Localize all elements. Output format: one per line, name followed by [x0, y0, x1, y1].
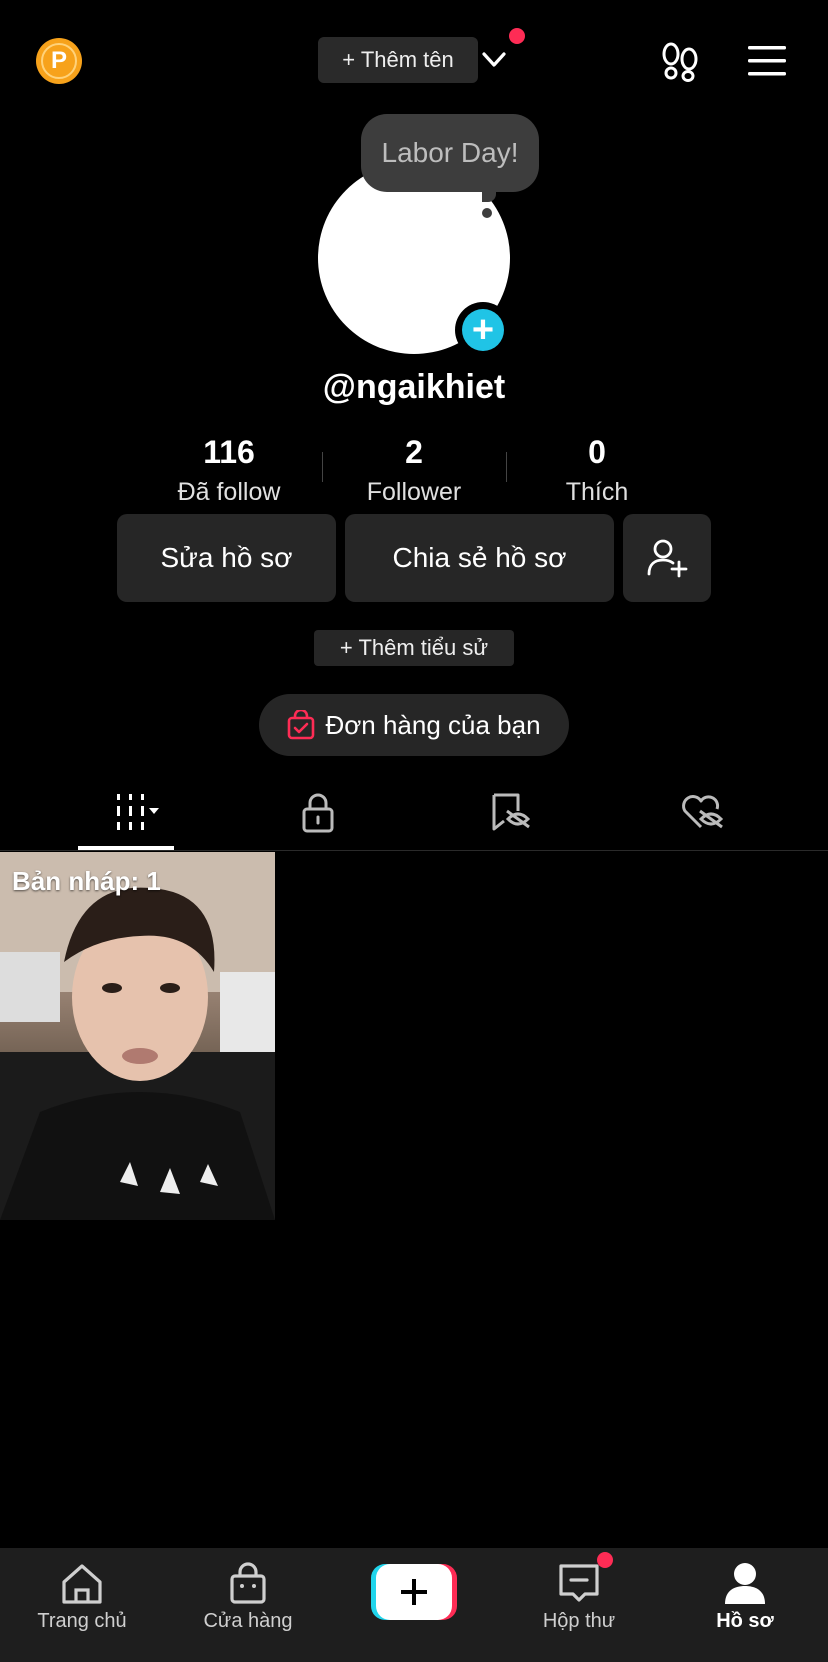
draft-count-label: Bản nháp: 1 — [12, 866, 161, 896]
nav-profile-label: Hồ sơ — [716, 1610, 774, 1632]
tab-videos[interactable] — [78, 788, 174, 836]
saved-hidden-icon — [492, 793, 531, 831]
stat-divider — [322, 452, 323, 482]
stat-divider — [506, 452, 507, 482]
create-button[interactable] — [371, 1564, 457, 1620]
likes-label: Thích — [565, 478, 629, 506]
nav-home-label: Trang chủ — [37, 1610, 127, 1632]
tooltip-dot — [482, 208, 492, 218]
share-profile-button[interactable]: Chia sẻ hồ sơ — [345, 514, 614, 602]
liked-hidden-icon — [682, 795, 724, 829]
username: @ngaikhiet — [322, 368, 506, 406]
tab-liked[interactable] — [654, 788, 750, 836]
tab-private[interactable] — [270, 788, 366, 836]
nav-inbox-label: Hộp thư — [542, 1610, 616, 1632]
coin-icon: P — [41, 43, 77, 79]
followers-count: 2 — [405, 434, 423, 470]
lock-icon — [302, 793, 334, 833]
following-count: 116 — [203, 434, 255, 470]
video-preview-image — [0, 852, 275, 1220]
home-icon — [62, 1564, 102, 1604]
likes-count: 0 — [588, 434, 606, 470]
add-name-button[interactable]: + Thêm tên — [318, 37, 478, 83]
following-label: Đã follow — [177, 478, 281, 506]
followers-stat[interactable]: 2 Follower — [329, 430, 499, 510]
tab-saved[interactable] — [462, 788, 558, 836]
add-avatar-button[interactable]: + — [455, 302, 511, 358]
inbox-notification-dot — [597, 1552, 613, 1568]
shop-icon — [230, 1562, 266, 1604]
draft-video-thumbnail[interactable] — [0, 852, 275, 1220]
inbox-icon — [559, 1564, 599, 1602]
orders-button[interactable]: Đơn hàng của bạn — [259, 694, 569, 756]
add-user-icon — [647, 539, 688, 578]
tab-divider — [0, 850, 828, 851]
nav-shop-label: Cửa hàng — [203, 1610, 293, 1632]
orders-label: Đơn hàng của bạn — [325, 709, 541, 740]
status-tooltip[interactable]: Labor Day! — [361, 114, 539, 192]
plus-icon: + — [462, 309, 504, 351]
profile-icon — [725, 1563, 765, 1604]
grid-icon — [117, 794, 159, 830]
add-bio-button[interactable]: + Thêm tiểu sử — [314, 630, 514, 666]
following-stat[interactable]: 116 Đã follow — [144, 430, 314, 510]
nav-profile[interactable]: Hồ sơ — [675, 1560, 815, 1633]
chevron-down-icon[interactable] — [478, 46, 510, 74]
nav-home[interactable]: Trang chủ — [12, 1560, 152, 1633]
menu-icon[interactable] — [748, 44, 786, 78]
nav-shop[interactable]: Cửa hàng — [178, 1560, 318, 1633]
shopping-bag-icon — [288, 710, 315, 740]
nav-inbox[interactable]: Hộp thư — [509, 1560, 649, 1633]
likes-stat[interactable]: 0 Thích — [512, 430, 682, 510]
coin-button[interactable]: P — [36, 38, 82, 84]
edit-profile-button[interactable]: Sửa hồ sơ — [117, 514, 336, 602]
footprints-icon[interactable] — [660, 40, 700, 82]
followers-label: Follower — [366, 478, 462, 506]
notification-dot — [509, 28, 525, 44]
add-friend-button[interactable] — [623, 514, 711, 602]
